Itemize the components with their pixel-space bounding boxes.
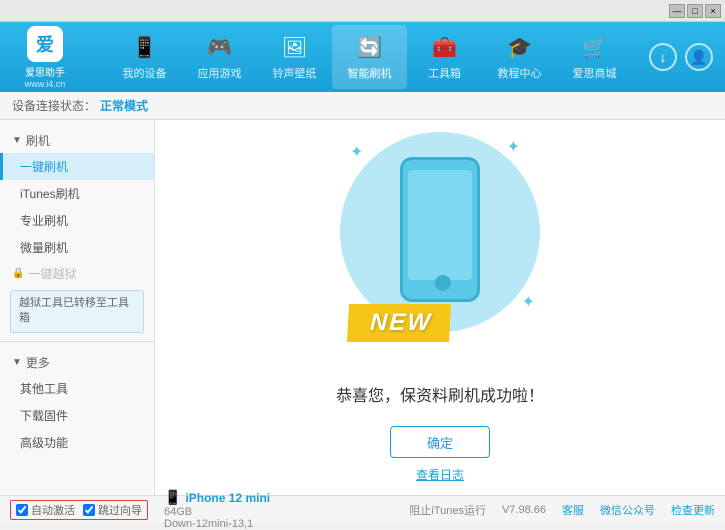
lock-icon: 🔒 xyxy=(12,268,24,279)
nav-smart-flash[interactable]: 🔄 智能刷机 xyxy=(332,25,407,89)
minimize-button[interactable]: — xyxy=(669,4,685,18)
device-icon: 📱 xyxy=(164,489,181,506)
nav-my-device[interactable]: 📱 我的设备 xyxy=(107,25,182,89)
logo-area: 爱 爱思助手 www.i4.cn xyxy=(0,26,90,89)
nav-toolbox[interactable]: 🧰 工具箱 xyxy=(407,25,482,89)
sidebar-item-other-tools[interactable]: 其他工具 xyxy=(0,375,154,402)
success-message: 恭喜您，保资料刷机成功啦！ xyxy=(336,382,544,406)
status-label: 设备连接状态： xyxy=(12,97,96,114)
wechat-link[interactable]: 微信公众号 xyxy=(600,502,655,518)
device-info: 📱 iPhone 12 mini 64GB Down-12mini-13,1 xyxy=(164,489,270,530)
smart-flash-icon: 🔄 xyxy=(356,33,384,61)
auto-activate-checkbox[interactable] xyxy=(16,504,28,516)
top-nav: 爱 爱思助手 www.i4.cn 📱 我的设备 🎮 应用游戏 🖼 铃声壁纸 🔄 … xyxy=(0,22,725,92)
apps-games-label: 应用游戏 xyxy=(198,65,242,81)
shop-icon: 🛒 xyxy=(581,33,609,61)
smart-flash-label: 智能刷机 xyxy=(348,65,392,81)
device-storage: 64GB xyxy=(164,506,270,518)
logo-icon: 爱 xyxy=(27,26,63,62)
sidebar-section-more: ▼ 更多 其他工具 下载固件 高级功能 xyxy=(0,341,154,456)
sparkle-2: ✦ xyxy=(507,137,520,157)
skip-wizard-label: 跳过向导 xyxy=(98,502,142,518)
shop-label: 爱思商城 xyxy=(573,65,617,81)
my-device-icon: 📱 xyxy=(131,33,159,61)
sidebar-item-advanced[interactable]: 高级功能 xyxy=(0,429,154,456)
logo-url: www.i4.cn xyxy=(25,79,66,89)
arrow-icon: ▼ xyxy=(12,135,22,146)
bottom-bar: 自动激活 跳过向导 📱 iPhone 12 mini 64GB Down-12m… xyxy=(0,495,725,523)
sidebar-item-onekey-flash[interactable]: 一键刷机 xyxy=(0,153,154,180)
tutorial-label: 教程中心 xyxy=(498,65,542,81)
check-update-link[interactable]: 检查更新 xyxy=(671,502,715,518)
nav-items: 📱 我的设备 🎮 应用游戏 🖼 铃声壁纸 🔄 智能刷机 🧰 工具箱 🎓 教程中心… xyxy=(90,25,649,89)
jailbreak-notice: 越狱工具已转移至工具箱 xyxy=(10,290,144,333)
sidebar-section-flash[interactable]: ▼ 刷机 xyxy=(0,128,154,153)
version-text: V7.98.66 xyxy=(502,504,546,516)
download-button[interactable]: ↓ xyxy=(649,43,677,71)
nav-shop[interactable]: 🛒 爱思商城 xyxy=(557,25,632,89)
title-bar: — □ × xyxy=(0,0,725,22)
checkbox-group: 自动激活 跳过向导 xyxy=(10,500,148,520)
main-content: ▼ 刷机 一键刷机 iTunes刷机 专业刷机 微量刷机 🔒 一键越狱 越狱工具… xyxy=(0,120,725,495)
bottom-left: 自动激活 跳过向导 📱 iPhone 12 mini 64GB Down-12m… xyxy=(10,489,270,530)
section-flash-label: 刷机 xyxy=(26,132,50,149)
phone-button xyxy=(435,275,451,291)
section-jailbreak-label: 一键越狱 xyxy=(28,265,76,282)
content-area: ✦ ✦ ✦ NEW ✦ ✦ 恭喜您，保资料刷机成功啦！ 确定 查看日志 xyxy=(155,120,725,495)
sparkle-1: ✦ xyxy=(350,142,363,162)
auto-activate-checkbox-area[interactable]: 自动激活 xyxy=(16,502,75,518)
sidebar-section-jailbreak[interactable]: 🔒 一键越狱 xyxy=(0,261,154,286)
nav-right: ↓ 👤 xyxy=(649,43,725,71)
star-right: ✦ xyxy=(438,308,446,319)
my-device-label: 我的设备 xyxy=(123,65,167,81)
device-name: iPhone 12 mini xyxy=(185,491,270,505)
account-button[interactable]: 👤 xyxy=(685,43,713,71)
wallpaper-icon: 🖼 xyxy=(281,33,309,61)
more-arrow-icon: ▼ xyxy=(12,357,22,368)
more-link[interactable]: 查看日志 xyxy=(416,466,464,483)
itunes-label: 阻止iTunes运行 xyxy=(409,502,486,518)
bottom-right: 阻止iTunes运行 V7.98.66 客服 微信公众号 检查更新 xyxy=(409,502,715,518)
maximize-button[interactable]: □ xyxy=(687,4,703,18)
toolbox-label: 工具箱 xyxy=(428,65,461,81)
toolbox-icon: 🧰 xyxy=(431,33,459,61)
more-label: 更多 xyxy=(26,354,50,371)
customer-service-link[interactable]: 客服 xyxy=(562,502,584,518)
new-text: NEW xyxy=(347,304,451,342)
nav-apps-games[interactable]: 🎮 应用游戏 xyxy=(182,25,257,89)
device-model: Down-12mini-13,1 xyxy=(164,518,270,530)
tutorial-icon: 🎓 xyxy=(506,33,534,61)
sidebar-item-itunes-flash[interactable]: iTunes刷机 xyxy=(0,180,154,207)
more-section-title[interactable]: ▼ 更多 xyxy=(0,350,154,375)
sidebar-item-micro-flash[interactable]: 微量刷机 xyxy=(0,234,154,261)
confirm-button[interactable]: 确定 xyxy=(390,426,490,458)
sidebar-item-download-firmware[interactable]: 下载固件 xyxy=(0,402,154,429)
wallpaper-label: 铃声壁纸 xyxy=(273,65,317,81)
phone-illustration: ✦ ✦ ✦ NEW ✦ ✦ xyxy=(340,132,540,362)
new-badge-area: NEW ✦ ✦ xyxy=(348,304,450,342)
sidebar: ▼ 刷机 一键刷机 iTunes刷机 专业刷机 微量刷机 🔒 一键越狱 越狱工具… xyxy=(0,120,155,495)
close-button[interactable]: × xyxy=(705,4,721,18)
sparkle-3: ✦ xyxy=(522,292,535,312)
auto-activate-label: 自动激活 xyxy=(31,502,75,518)
phone-body xyxy=(400,157,480,302)
apps-games-icon: 🎮 xyxy=(206,33,234,61)
skip-wizard-checkbox[interactable] xyxy=(83,504,95,516)
star-left: ✦ xyxy=(352,308,360,319)
logo-text: 爱思助手 xyxy=(25,64,65,79)
nav-wallpaper[interactable]: 🖼 铃声壁纸 xyxy=(257,25,332,89)
skip-wizard-checkbox-area[interactable]: 跳过向导 xyxy=(83,502,142,518)
sidebar-item-pro-flash[interactable]: 专业刷机 xyxy=(0,207,154,234)
status-value: 正常模式 xyxy=(100,97,148,114)
status-bar: 设备连接状态： 正常模式 xyxy=(0,92,725,120)
logo-char: 爱 xyxy=(36,31,54,57)
phone-screen xyxy=(408,170,472,280)
nav-tutorial[interactable]: 🎓 教程中心 xyxy=(482,25,557,89)
